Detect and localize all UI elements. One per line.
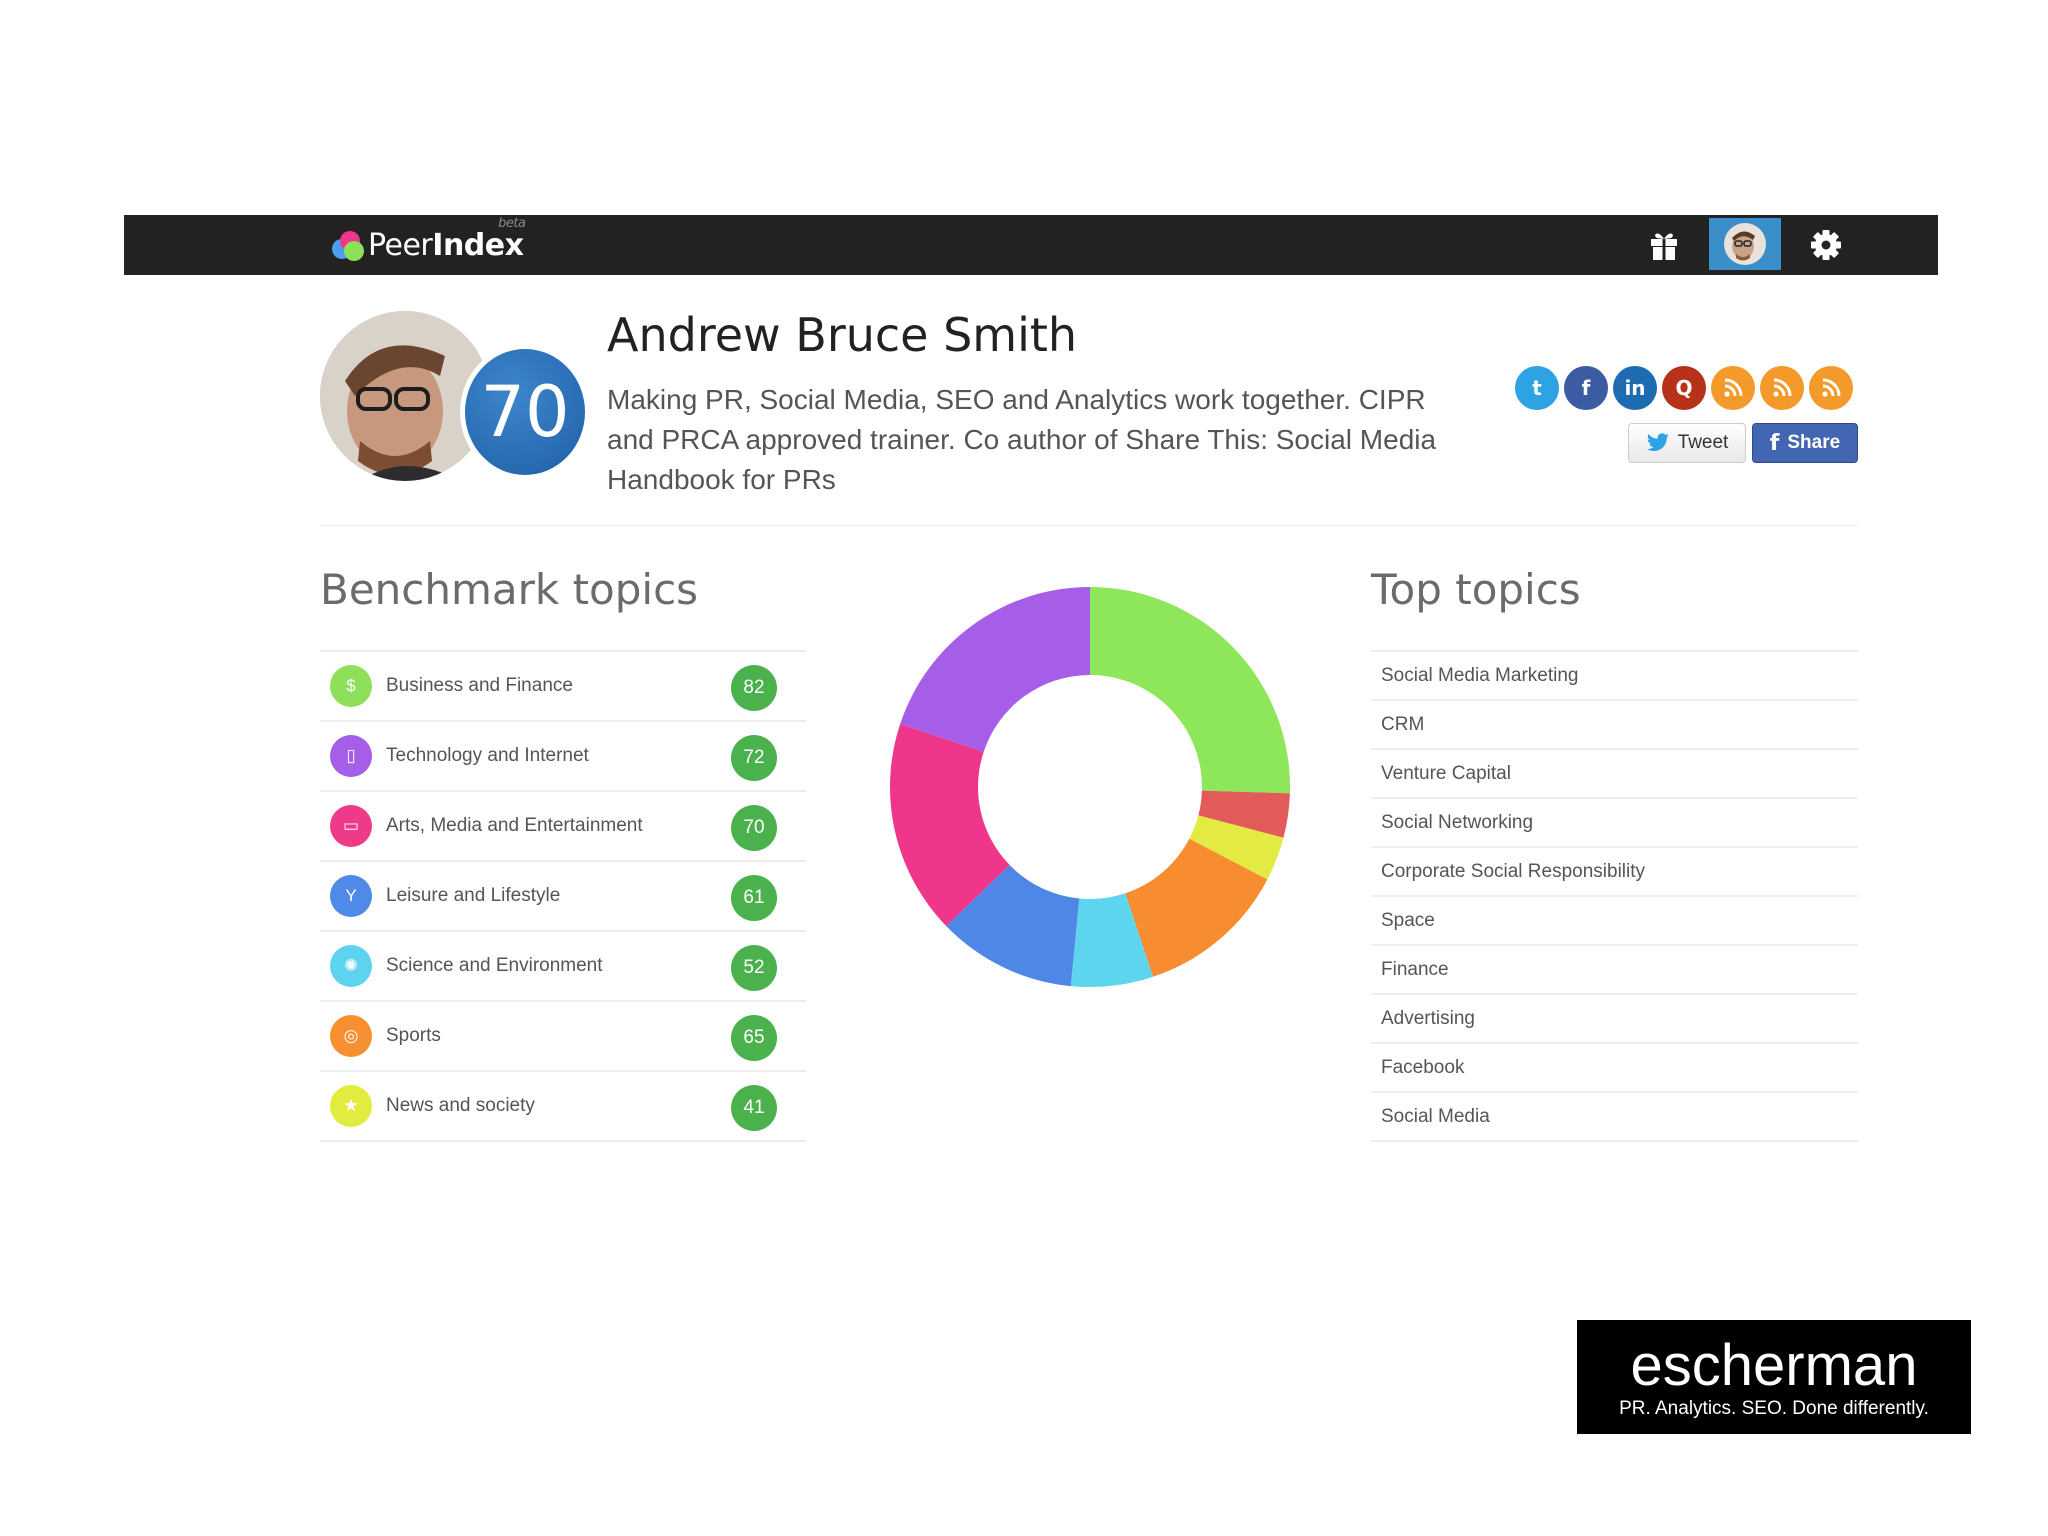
benchmark-topic-label: Sports [386, 1025, 441, 1046]
top-topic-item[interactable]: CRM [1371, 701, 1858, 750]
gear-icon[interactable] [1806, 225, 1846, 265]
logo-icon [330, 229, 366, 261]
benchmark-topic-row[interactable]: Y Leisure and Lifestyle 61 [320, 862, 806, 932]
brand-name: escherman [1630, 1333, 1918, 1398]
peerindex-score: 70 [460, 344, 590, 480]
phone-icon: ▯ [330, 735, 372, 777]
benchmark-topic-score: 41 [731, 1085, 777, 1131]
benchmark-topic-label: News and society [386, 1095, 535, 1116]
benchmark-topic-score: 82 [731, 665, 777, 711]
benchmark-topic-label: Technology and Internet [386, 745, 589, 766]
top-topic-item[interactable]: Facebook [1371, 1044, 1858, 1093]
header-divider [320, 525, 1858, 526]
share-label: Share [1787, 432, 1841, 453]
benchmark-topic-score: 70 [731, 805, 777, 851]
ball-icon: ◎ [330, 1015, 372, 1057]
atom-icon: ✺ [330, 945, 372, 987]
benchmark-topic-row[interactable]: ▭ Arts, Media and Entertainment 70 [320, 792, 806, 862]
top-navbar: PeerIndex beta [124, 215, 1938, 275]
benchmark-topic-score: 52 [731, 945, 777, 991]
benchmark-topic-label: Arts, Media and Entertainment [386, 815, 643, 836]
benchmark-topic-label: Leisure and Lifestyle [386, 885, 561, 906]
star-icon: ★ [330, 1085, 372, 1127]
brand-tagline: PR. Analytics. SEO. Done differently. [1619, 1398, 1929, 1419]
rss-icon[interactable] [1760, 366, 1804, 410]
topics-donut-chart [890, 587, 1290, 987]
profile-bio: Making PR, Social Media, SEO and Analyti… [607, 384, 1437, 495]
tweet-label: Tweet [1677, 432, 1729, 453]
top-topic-item[interactable]: Space [1371, 897, 1858, 946]
benchmark-topic-row[interactable]: ▯ Technology and Internet 72 [320, 722, 806, 792]
top-topic-item[interactable]: Corporate Social Responsibility [1371, 848, 1858, 897]
donut-slice[interactable] [900, 587, 1090, 752]
top-topics-list: Social Media Marketing CRM Venture Capital… [1371, 650, 1858, 1142]
benchmark-topic-row[interactable]: ★ News and society 41 [320, 1072, 806, 1142]
benchmark-topics-title: Benchmark topics [320, 565, 699, 614]
glass-icon: Y [330, 875, 372, 917]
facebook-icon[interactable]: f [1564, 366, 1608, 410]
quora-icon[interactable]: Q [1662, 366, 1706, 410]
benchmark-topic-score: 72 [731, 735, 777, 781]
linkedin-icon[interactable]: in [1613, 366, 1657, 410]
tweet-button[interactable]: Tweet [1628, 423, 1746, 463]
top-topic-item[interactable]: Finance [1371, 946, 1858, 995]
benchmark-topic-row[interactable]: ✺ Science and Environment 52 [320, 932, 806, 1002]
gift-icon[interactable] [1644, 225, 1684, 265]
benchmark-topic-label: Business and Finance [386, 675, 573, 696]
profile-name: Andrew Bruce Smith [607, 308, 1078, 362]
top-topic-item[interactable]: Social Media [1371, 1093, 1858, 1142]
benchmark-topic-label: Science and Environment [386, 955, 603, 976]
rss-icon[interactable] [1809, 366, 1853, 410]
benchmark-topic-score: 65 [731, 1015, 777, 1061]
user-avatar-button[interactable] [1709, 218, 1781, 270]
benchmark-topic-row[interactable]: $ Business and Finance 82 [320, 652, 806, 722]
twitter-bird-icon [1646, 433, 1669, 451]
facebook-f-icon: f [1769, 430, 1780, 456]
logo-text: PeerIndex beta [368, 215, 526, 263]
top-topic-item[interactable]: Social Media Marketing [1371, 652, 1858, 701]
benchmark-topic-score: 61 [731, 875, 777, 921]
social-profiles: t f in Q [1515, 366, 1853, 410]
top-topics-title: Top topics [1371, 565, 1581, 614]
donut-slice[interactable] [1090, 587, 1290, 794]
peerindex-logo[interactable]: PeerIndex beta [330, 215, 526, 265]
benchmark-topic-row[interactable]: ◎ Sports 65 [320, 1002, 806, 1072]
top-topic-item[interactable]: Venture Capital [1371, 750, 1858, 799]
avatar [1724, 223, 1766, 265]
twitter-icon[interactable]: t [1515, 366, 1559, 410]
top-topic-item[interactable]: Advertising [1371, 995, 1858, 1044]
dollar-icon: $ [330, 665, 372, 707]
escherman-branding: escherman PR. Analytics. SEO. Done diffe… [1577, 1320, 1971, 1434]
top-topic-item[interactable]: Social Networking [1371, 799, 1858, 848]
benchmark-topics-list: $ Business and Finance 82 ▯ Technology and I… [320, 650, 806, 1142]
rss-icon[interactable] [1711, 366, 1755, 410]
monitor-icon: ▭ [330, 805, 372, 847]
facebook-share-button[interactable]: f Share [1752, 423, 1858, 463]
